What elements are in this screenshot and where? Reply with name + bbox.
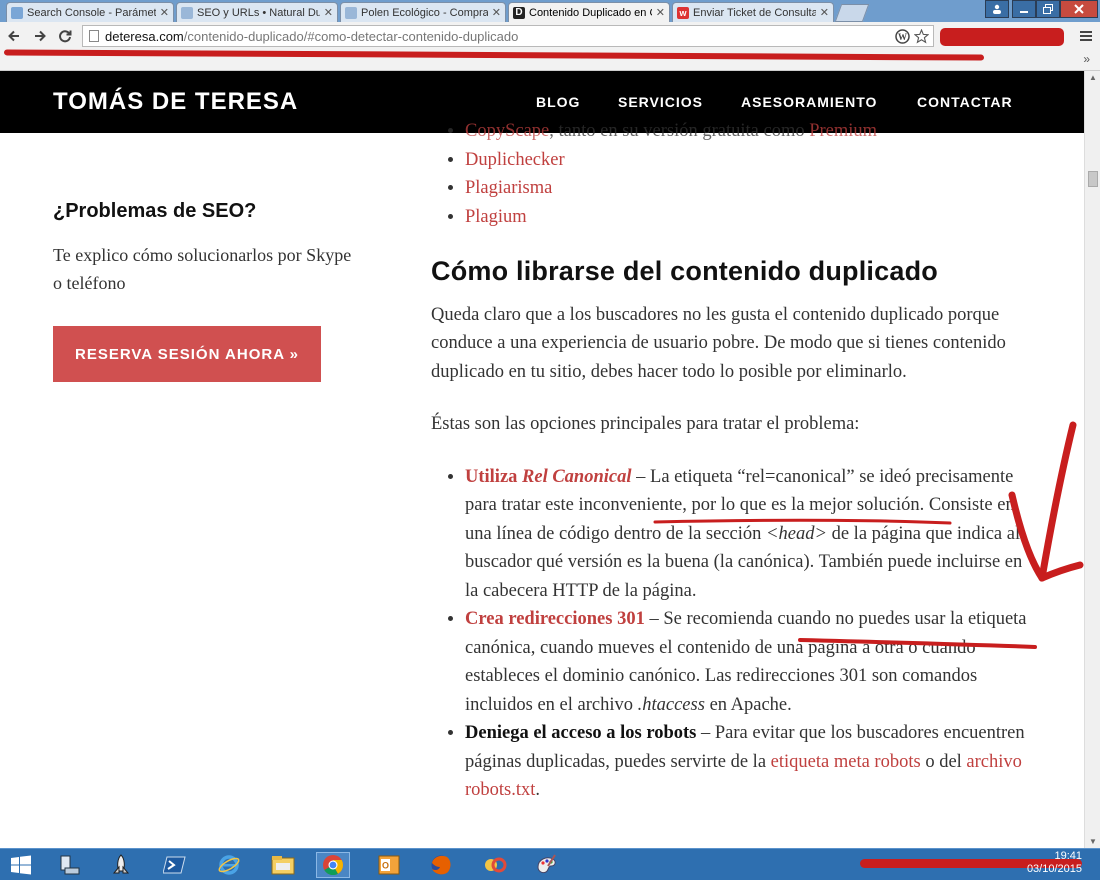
file-explorer-icon[interactable] xyxy=(266,852,300,878)
sidebar-text: Te explico cómo solucionarlos por Skype … xyxy=(53,245,352,293)
nav-blog[interactable]: BLOG xyxy=(536,94,580,110)
tab-polen[interactable]: Polen Ecológico - Comprar ✕ xyxy=(340,2,506,22)
scrollbar-thumb[interactable] xyxy=(1088,171,1098,187)
url-path: /contenido-duplicado/#como-detectar-cont… xyxy=(183,28,519,44)
close-tab-icon[interactable]: ✕ xyxy=(160,6,169,19)
page-icon xyxy=(89,30,99,42)
paragraph-options: Éstas son las opciones principales para … xyxy=(431,414,860,434)
internet-explorer-icon[interactable] xyxy=(212,852,246,878)
wordpress-extension-icon[interactable]: W xyxy=(892,26,912,46)
tab-contenido-duplicado[interactable]: D Contenido Duplicado en Google ✕ xyxy=(508,2,670,22)
new-tab-button[interactable] xyxy=(834,4,870,22)
article-content: CopyScape, tanto en su versión gratuita … xyxy=(431,117,1031,805)
app-icon[interactable] xyxy=(478,852,512,878)
hand-drawn-arrow xyxy=(1038,421,1077,582)
list-item: Plagium xyxy=(465,203,1031,232)
browser-tab-strip: Search Console - Parámetros ✕ SEO y URLs… xyxy=(0,0,1100,22)
option-robots: Deniega el acceso a los robots – Para ev… xyxy=(465,719,1031,805)
redirects-301-link[interactable]: Crea redirecciones 301 xyxy=(465,609,645,629)
bookmarks-overflow-icon[interactable]: » xyxy=(1083,52,1090,66)
svg-text:O: O xyxy=(382,861,389,871)
plagium-link[interactable]: Plagium xyxy=(465,207,527,227)
restore-button[interactable] xyxy=(1036,0,1060,18)
paint-icon[interactable] xyxy=(530,852,564,878)
premium-link[interactable]: Premium xyxy=(809,121,877,141)
address-bar[interactable]: deteresa.com/contenido-duplicado/#como-d… xyxy=(82,25,934,47)
page-scrollbar[interactable]: ▲ ▼ xyxy=(1084,71,1100,848)
firefox-icon[interactable] xyxy=(424,852,458,878)
system-clock[interactable]: 19:41 03/10/2015 xyxy=(1027,850,1082,876)
close-tab-icon[interactable]: ✕ xyxy=(324,6,333,19)
windows-logo-icon xyxy=(11,855,31,875)
d-logo-icon: D xyxy=(513,6,525,19)
close-tab-icon[interactable]: ✕ xyxy=(820,6,829,19)
sidebar-heading: ¿Problemas de SEO? xyxy=(53,200,257,222)
forward-button[interactable] xyxy=(30,26,50,46)
scroll-down-icon[interactable]: ▼ xyxy=(1089,837,1097,846)
powershell-icon[interactable] xyxy=(158,852,192,878)
close-window-button[interactable] xyxy=(1060,0,1098,18)
option-redirects: Crea redirecciones 301 – Se recomienda c… xyxy=(465,605,1031,719)
section-heading: Cómo librarse del contenido duplicado xyxy=(431,256,938,286)
option-canonical: Utiliza Rel Canonical – La etiqueta “rel… xyxy=(465,463,1031,606)
file-server-icon[interactable] xyxy=(52,852,86,878)
paragraph-intro: Queda claro que a los buscadores no les … xyxy=(431,304,1006,382)
tab-search-console[interactable]: Search Console - Parámetros ✕ xyxy=(6,2,174,22)
close-tab-icon[interactable]: ✕ xyxy=(492,6,501,19)
plagiarisma-link[interactable]: Plagiarisma xyxy=(465,178,552,198)
forward-arrow-icon xyxy=(35,30,46,42)
back-button[interactable] xyxy=(4,26,24,46)
chrome-icon[interactable] xyxy=(316,852,350,878)
start-button[interactable] xyxy=(4,852,38,878)
url-host: deteresa.com xyxy=(105,28,184,44)
duplichecker-link[interactable]: Duplichecker xyxy=(465,150,565,170)
nav-asesoramiento[interactable]: ASESORAMIENTO xyxy=(741,94,877,110)
close-tab-icon[interactable]: ✕ xyxy=(656,6,665,19)
tool-list: CopyScape, tanto en su versión gratuita … xyxy=(431,117,1031,231)
cloud-icon xyxy=(181,6,193,19)
options-list: Utiliza Rel Canonical – La etiqueta “rel… xyxy=(431,463,1031,805)
svg-text:W: W xyxy=(898,32,907,42)
list-item: Duplichecker xyxy=(465,146,1031,175)
tab-seo-urls[interactable]: SEO y URLs • Natural Dubai ✕ xyxy=(176,2,338,22)
outlook-icon[interactable]: O xyxy=(372,852,406,878)
menu-hamburger-icon[interactable] xyxy=(1076,26,1096,46)
nav-servicios[interactable]: SERVICIOS xyxy=(618,94,703,110)
browser-toolbar: deteresa.com/contenido-duplicado/#como-d… xyxy=(0,22,1100,50)
scroll-up-icon[interactable]: ▲ xyxy=(1089,73,1097,82)
back-arrow-icon xyxy=(8,30,19,42)
search-console-icon xyxy=(11,6,23,19)
reload-icon xyxy=(59,30,72,43)
minimize-button[interactable] xyxy=(1012,0,1036,18)
reload-button[interactable] xyxy=(55,26,75,46)
bookmark-star-icon[interactable] xyxy=(911,26,931,46)
cloud-icon xyxy=(345,6,357,19)
list-item: Plagiarisma xyxy=(465,174,1031,203)
list-item: CopyScape, tanto en su versión gratuita … xyxy=(465,117,1031,146)
meta-robots-link[interactable]: etiqueta meta robots xyxy=(771,752,921,772)
redaction-mark xyxy=(940,28,1064,46)
site-brand[interactable]: TOMÁS DE TERESA xyxy=(53,88,298,116)
user-profile-icon[interactable] xyxy=(985,0,1009,18)
w-logo-icon: w xyxy=(677,6,689,19)
rel-canonical-link[interactable]: Utiliza Rel Canonical xyxy=(465,467,632,487)
book-session-button[interactable]: RESERVA SESIÓN AHORA » xyxy=(53,326,321,382)
rocket-app-icon[interactable] xyxy=(104,852,138,878)
copyscape-link[interactable]: CopyScape xyxy=(465,121,549,141)
nav-contactar[interactable]: CONTACTAR xyxy=(917,94,1013,110)
tab-enviar-ticket[interactable]: w Enviar Ticket de Consulta ✕ xyxy=(672,2,834,22)
windows-taskbar: O 19:41 03/10/2015 xyxy=(0,848,1100,880)
